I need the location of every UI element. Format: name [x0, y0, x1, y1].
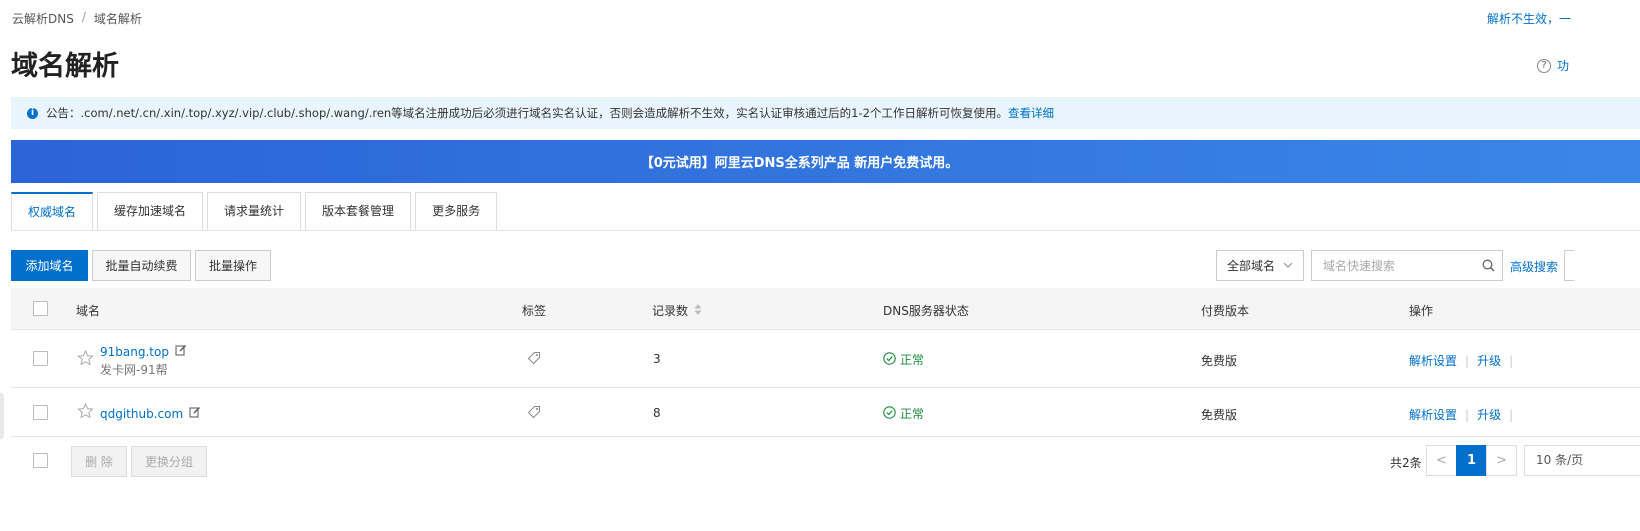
resolution-help-link[interactable]: 解析不生效，一 — [1487, 10, 1571, 27]
question-icon: ? — [1537, 58, 1551, 73]
page-size-select[interactable]: 10 条/页 — [1524, 445, 1640, 476]
record-count: 8 — [653, 406, 661, 420]
column-header-records[interactable]: 记录数 — [652, 302, 702, 319]
action-divider: | — [1509, 353, 1514, 368]
notice-text: 公告：.com/.net/.cn/.xin/.top/.xyz/.vip/.cl… — [46, 106, 1008, 120]
dns-settings-link[interactable]: 解析设置 — [1409, 406, 1457, 423]
check-circle-icon — [883, 351, 896, 368]
row-actions: 解析设置 | 升级 | — [1409, 406, 1513, 423]
search-placeholder: 域名快速搜索 — [1323, 259, 1396, 273]
promo-banner-text: 【0元试用】阿里云DNS全系列产品 新用户免费试用。 — [640, 156, 959, 171]
breadcrumb-root[interactable]: 云解析DNS — [12, 10, 74, 27]
table-row: qdgithub.com 8 正常 免费版 解析设置 | 升级 | — [11, 388, 1640, 437]
records-header-label: 记录数 — [652, 304, 689, 318]
notice-bar: i 公告：.com/.net/.cn/.xin/.top/.xyz/.vip/.… — [11, 97, 1640, 129]
tab-request-stats[interactable]: 请求量统计 — [207, 192, 302, 230]
upgrade-link[interactable]: 升级 — [1477, 406, 1501, 423]
cutoff-button[interactable] — [1564, 250, 1574, 281]
action-divider: | — [1465, 353, 1470, 368]
star-icon[interactable] — [77, 402, 94, 422]
row-checkbox[interactable] — [33, 351, 48, 366]
domain-link[interactable]: 91bang.top — [100, 345, 169, 359]
domain-filter-select[interactable]: 全部域名 — [1216, 250, 1304, 281]
promo-banner[interactable]: 【0元试用】阿里云DNS全系列产品 新用户免费试用。 — [11, 140, 1640, 183]
batch-operation-button[interactable]: 批量操作 — [195, 250, 271, 281]
side-panel-handle[interactable] — [0, 393, 4, 439]
sort-icon[interactable] — [694, 303, 702, 319]
upgrade-link[interactable]: 升级 — [1477, 352, 1501, 369]
advanced-search-link[interactable]: 高级搜索 — [1510, 258, 1558, 275]
record-count: 3 — [653, 352, 661, 366]
star-icon[interactable] — [77, 349, 94, 369]
table-header: 域名 标签 记录数 DNS服务器状态 付费版本 操作 — [11, 288, 1640, 330]
dns-settings-link[interactable]: 解析设置 — [1409, 352, 1457, 369]
edit-icon[interactable] — [175, 344, 187, 359]
check-circle-icon — [883, 405, 896, 422]
tab-authoritative-domains[interactable]: 权威域名 — [11, 192, 94, 230]
action-divider: | — [1465, 407, 1470, 422]
column-header-edition: 付费版本 — [1201, 304, 1250, 318]
column-header-dns-status: DNS服务器状态 — [883, 304, 969, 318]
action-divider: | — [1509, 407, 1514, 422]
domain-filter-value: 全部域名 — [1227, 259, 1276, 273]
edit-icon[interactable] — [189, 406, 201, 421]
change-group-button[interactable]: 更换分组 — [131, 446, 207, 477]
domain-search-input[interactable]: 域名快速搜索 — [1311, 250, 1503, 281]
next-page-button[interactable]: > — [1486, 445, 1517, 476]
tag-icon[interactable] — [527, 405, 541, 422]
tab-divider — [11, 230, 1640, 231]
dns-status-label: 正常 — [900, 353, 925, 367]
page-title: 域名解析 — [11, 51, 119, 82]
edition-label: 免费版 — [1201, 354, 1238, 368]
notice-detail-link[interactable]: 查看详细 — [1008, 105, 1054, 121]
delete-button[interactable]: 删 除 — [71, 446, 127, 477]
breadcrumb-separator: / — [81, 10, 86, 24]
help-label: 功 — [1557, 59, 1570, 73]
tab-bar: 权威域名 缓存加速域名 请求量统计 版本套餐管理 更多服务 — [11, 192, 501, 230]
batch-auto-renew-button[interactable]: 批量自动续费 — [92, 250, 191, 281]
domain-cell: qdgithub.com — [100, 406, 201, 421]
chevron-down-icon — [1283, 260, 1293, 271]
pagination: < 1 > — [1426, 445, 1517, 476]
info-icon: i — [27, 107, 38, 119]
breadcrumb-current: 域名解析 — [93, 12, 142, 26]
tag-icon[interactable] — [527, 351, 541, 368]
domain-link[interactable]: qdgithub.com — [100, 407, 183, 421]
edition-label: 免费版 — [1201, 408, 1238, 422]
dns-status: 正常 — [883, 405, 924, 422]
select-all-checkbox[interactable] — [33, 301, 48, 316]
dns-status: 正常 — [883, 351, 924, 368]
domain-cell: 91bang.top — [100, 344, 187, 359]
prev-page-button[interactable]: < — [1426, 445, 1457, 476]
footer-select-all-checkbox[interactable] — [33, 453, 48, 468]
tab-more-services[interactable]: 更多服务 — [415, 192, 498, 230]
domain-remark: 发卡网-91帮 — [100, 363, 168, 377]
row-actions: 解析设置 | 升级 | — [1409, 352, 1513, 369]
search-icon[interactable] — [1474, 259, 1502, 272]
dns-status-label: 正常 — [900, 407, 925, 421]
tab-plan-management[interactable]: 版本套餐管理 — [305, 192, 412, 230]
table-row: 91bang.top 发卡网-91帮 3 正常 免费版 解析设置 | 升级 | — [11, 330, 1640, 388]
column-header-tag: 标签 — [522, 304, 547, 318]
row-checkbox[interactable] — [33, 405, 48, 420]
help-link[interactable]: ? 功 — [1537, 57, 1569, 74]
column-header-domain: 域名 — [76, 304, 101, 318]
column-header-actions: 操作 — [1409, 304, 1434, 318]
total-count: 共2条 — [1390, 456, 1422, 470]
add-domain-button[interactable]: 添加域名 — [11, 250, 88, 281]
tab-cache-domains[interactable]: 缓存加速域名 — [97, 192, 204, 230]
page-button-current[interactable]: 1 — [1456, 445, 1487, 476]
breadcrumb: 云解析DNS / 域名解析 — [12, 10, 142, 27]
